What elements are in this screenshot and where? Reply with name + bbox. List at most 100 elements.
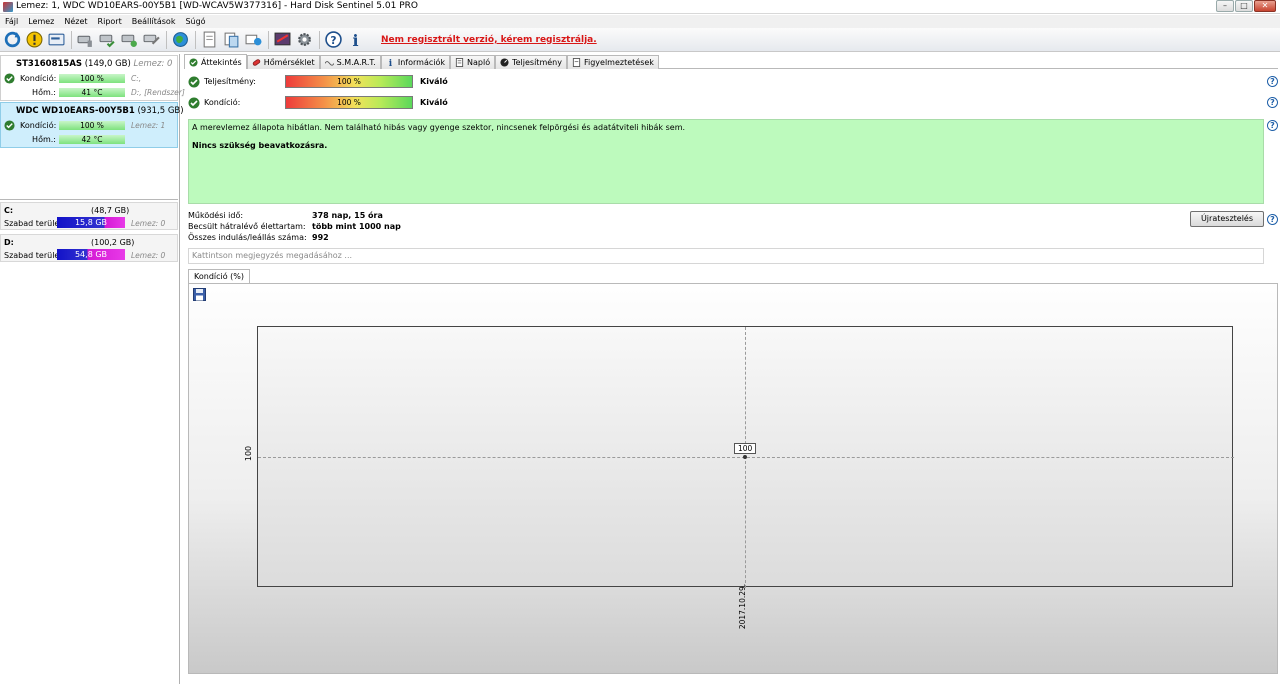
hdd-ok-icon[interactable] [119,30,139,50]
disk-item-wd10ears[interactable]: WDC WD10EARS-00Y5B1 (931,5 GB) Kondíció:… [0,102,184,148]
info-icon: i [389,59,393,67]
toolbar-separator [195,30,196,49]
volume-item-c[interactable]: C: (48,7 GB) Szabad terület 15,8 GB Leme… [0,202,178,230]
tab-strip: Áttekintés Hőmérséklet S.M.A.R.T. i Info… [184,54,659,69]
volume-item-d[interactable]: D: (100,2 GB) Szabad terület 54,8 GB Lem… [0,234,178,262]
tab-alerts[interactable]: Figyelmeztetések [566,55,659,69]
health-bar: 100 % [59,74,125,83]
info-row: Működési idő: 378 nap, 15 óra [188,211,383,220]
disk-item-st3160815as[interactable]: ST3160815AS (149,0 GB) Lemez: 0 Kondíció… [0,55,185,101]
gauge-icon [500,58,509,67]
svg-text:i: i [389,59,393,67]
panel-divider[interactable] [0,199,178,200]
toolbar-separator [166,30,167,49]
details-panel: Áttekintés Hőmérséklet S.M.A.R.T. i Info… [184,54,1280,684]
toolbar-separator [319,30,320,49]
menu-bar: Fájl Lemez Nézet Riport Beállítások Súgó [0,15,1280,28]
tab-overview[interactable]: Áttekintés [184,54,247,69]
about-icon[interactable]: i [345,30,365,50]
disk-info-icon[interactable] [46,30,66,50]
status-action: Nincs szükség beavatkozásra. [192,141,328,150]
check-icon [188,97,200,109]
close-button[interactable]: ✕ [1254,0,1276,12]
hdd-check-icon[interactable] [97,30,117,50]
chart-data-point [743,455,747,459]
tab-smart[interactable]: S.M.A.R.T. [319,55,381,69]
disk-name: WDC WD10EARS-00Y5B1 (931,5 GB) [16,106,184,116]
tab-log[interactable]: Napló [450,55,496,69]
usage-info: Működési idő: 378 nap, 15 óra Becsült hát… [188,211,488,244]
chart-plot: 100 [257,326,1234,588]
free-space-bar: 15,8 GB [57,217,125,228]
note-input[interactable]: Kattintson megjegyzés megadásához ... [188,248,1264,264]
health-row: Kondíció: 100 % Kiváló [188,96,1278,110]
hdd-settings-icon[interactable] [141,30,161,50]
refresh-icon[interactable] [2,30,22,50]
log-icon [455,58,464,67]
tab-performance[interactable]: Teljesítmény [495,55,567,69]
help-icon[interactable]: ? [1267,120,1278,131]
window-controls: – □ ✕ [1216,0,1276,12]
report-icon[interactable] [199,30,219,50]
menu-disk[interactable]: Lemez [23,15,59,28]
disk-health-row: Kondíció: 100 % Lemez: 1 [3,120,179,131]
save-icon[interactable] [193,288,206,301]
tab-information[interactable]: i Információk [380,55,450,69]
info-row: Összes indulás/leállás száma: 992 [188,233,329,242]
help-icon[interactable]: ? [1267,97,1278,108]
health-bar: 100 % [59,121,125,130]
registration-warning-link[interactable]: Nem regisztrált verzió, kérem regisztrál… [381,35,597,45]
window-title: Lemez: 1, WDC WD10EARS-00Y5B1 [WD-WCAV5W… [16,1,418,11]
help-icon[interactable]: ? [1267,76,1278,87]
svg-text:?: ? [330,34,336,47]
smart-icon [324,61,334,66]
alerts-icon [572,58,581,67]
check-icon [188,76,200,88]
globe-icon[interactable] [170,30,190,50]
performance-bar: 100 % [285,75,413,88]
disk-health-row: Kondíció: 100 % C:, [3,73,179,84]
help-icon[interactable]: ? [323,30,343,50]
menu-file[interactable]: Fájl [0,15,23,28]
app-icon [3,2,13,12]
svg-text:i: i [352,31,358,48]
status-message: A merevlemez állapota hibátlan. Nem talá… [192,123,686,132]
toolbar-separator [71,30,72,49]
menu-help[interactable]: Súgó [180,15,210,28]
disk-list-panel: ST3160815AS (149,0 GB) Lemez: 0 Kondíció… [0,54,185,684]
tab-health-chart[interactable]: Kondíció (%) [188,269,251,284]
tab-temperature[interactable]: Hőmérséklet [246,55,320,69]
help-icon[interactable]: ? [1267,214,1278,225]
chart-ytick-label: 100 [244,445,254,462]
retest-button[interactable]: Újratesztelés [1190,211,1264,227]
temp-bar: 41 °C [59,88,125,97]
disk-temp-row: Hőm.: 41 °C D:, [Rendszer] [32,88,185,97]
chart-tab-strip: Kondíció (%) [188,269,251,284]
chart-xtick-label: 2017.10.29. [738,583,748,630]
menu-report[interactable]: Riport [93,15,127,28]
disk-temp-row: Hőm.: 42 °C [3,134,179,145]
gear-icon[interactable] [294,30,314,50]
free-space-bar: 54,8 GB [57,249,125,260]
performance-row: Teljesítmény: 100 % Kiváló [188,75,1278,89]
copy-report-icon[interactable] [221,30,241,50]
alert-icon[interactable] [24,30,44,50]
check-icon [4,73,15,84]
status-message-box: A merevlemez állapota hibátlan. Nem talá… [188,119,1264,204]
temp-bar: 42 °C [59,135,125,144]
menu-settings[interactable]: Beállítások [127,15,181,28]
send-report-icon[interactable] [243,30,263,50]
check-icon [4,120,15,131]
maximize-button[interactable]: □ [1235,0,1253,12]
surface-test-icon[interactable] [272,30,292,50]
disk-name: ST3160815AS (149,0 GB) Lemez: 0 [16,59,173,69]
hdd-tool-icon[interactable] [75,30,95,50]
info-row: Becsült hátralévő élettartam: több mint 1… [188,222,401,231]
chart-data-label: 100 [734,443,757,454]
menu-view[interactable]: Nézet [59,15,92,28]
thermometer-icon [252,59,260,66]
minimize-button[interactable]: – [1216,0,1234,12]
health-rating: Kiváló [420,98,448,107]
health-chart-area: 100 100 2017.10.29. [188,283,1278,674]
toolbar: ? i Nem regisztrált verzió, kérem regisz… [0,28,1280,52]
